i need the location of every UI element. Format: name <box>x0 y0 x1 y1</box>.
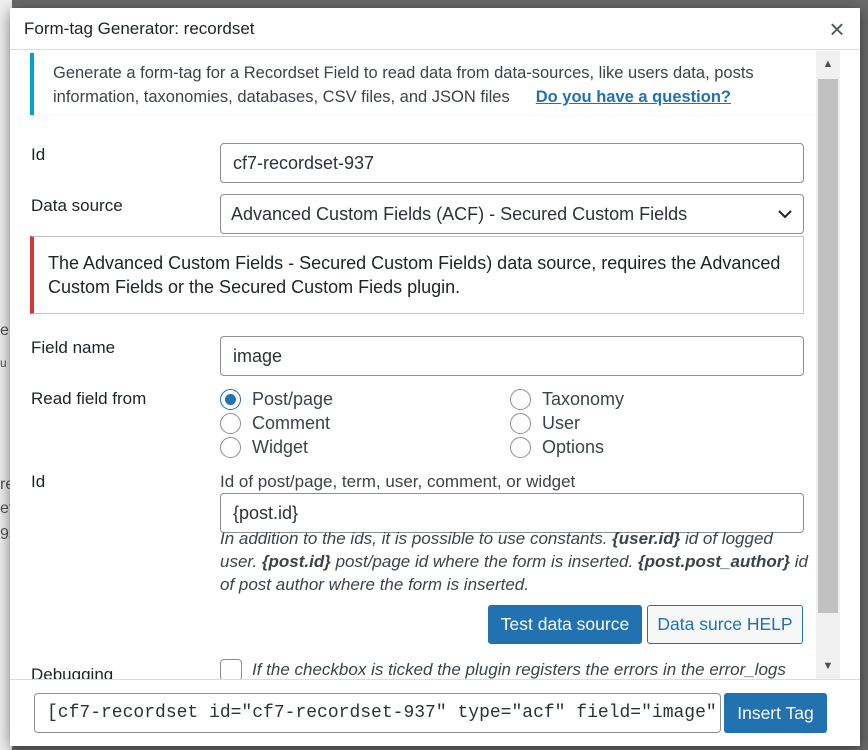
data-source-value: Advanced Custom Fields (ACF) - Secured C… <box>231 204 688 224</box>
generated-tag-input[interactable]: [cf7-recordset id="cf7-recordset-937" ty… <box>34 693 721 733</box>
record-id-hint: Id of post/page, term, user, comment, or… <box>220 472 576 491</box>
constants-description: In addition to the ids, it is possible t… <box>220 527 810 596</box>
radio-post-page[interactable]: Post/page <box>220 389 333 410</box>
radio-circle[interactable] <box>510 389 531 410</box>
radio-widget[interactable]: Widget <box>220 437 308 458</box>
debugging-label: Debugging <box>31 665 114 679</box>
record-id-label: Id <box>31 472 46 491</box>
dialog-footer: [cf7-recordset id="cf7-recordset-937" ty… <box>10 679 860 746</box>
radio-circle[interactable] <box>220 413 241 434</box>
desc-constant: {user.id} <box>612 529 681 548</box>
scroll-down-arrow-icon[interactable]: ▼ <box>816 655 840 677</box>
content-scrollbar[interactable]: ▲ ▼ <box>816 51 840 679</box>
data-source-label: Data source <box>31 196 123 215</box>
radio-circle-checked[interactable] <box>220 389 241 410</box>
radio-label: Options <box>542 437 605 457</box>
radio-user[interactable]: User <box>510 413 580 434</box>
debugging-description: If the checkbox is ticked the plugin reg… <box>252 660 786 679</box>
debugging-checkbox[interactable] <box>220 659 242 679</box>
id-input[interactable]: cf7-recordset-937 <box>220 143 804 183</box>
radio-taxonomy[interactable]: Taxonomy <box>510 389 624 410</box>
desc-constant: {post.post_author} <box>637 552 791 571</box>
test-data-source-button[interactable]: Test data source <box>488 605 642 644</box>
radio-circle[interactable] <box>510 413 531 434</box>
id-label: Id <box>31 145 46 164</box>
error-notice: The Advanced Custom Fields - Secured Cus… <box>30 236 804 314</box>
error-notice-text: The Advanced Custom Fields - Secured Cus… <box>48 253 781 297</box>
dialog-content: Generate a form-tag for a Recordset Fiel… <box>10 51 816 679</box>
radio-label: Post/page <box>252 389 334 409</box>
scroll-up-arrow-icon[interactable]: ▲ <box>816 53 840 75</box>
desc-text: In addition to the ids, it is possible t… <box>220 529 613 548</box>
desc-constant: {post.id} <box>261 552 331 571</box>
data-source-select[interactable]: Advanced Custom Fields (ACF) - Secured C… <box>220 194 804 234</box>
data-source-help-button[interactable]: Data surce HELP <box>647 605 803 644</box>
question-link[interactable]: Do you have a question? <box>536 88 731 106</box>
radio-label: Taxonomy <box>542 389 625 409</box>
radio-label: Widget <box>252 437 309 457</box>
insert-tag-button[interactable]: Insert Tag <box>724 693 827 733</box>
radio-circle[interactable] <box>510 437 531 458</box>
desc-text: post/page id where the form is inserted. <box>330 552 638 571</box>
close-icon[interactable]: × <box>822 14 852 44</box>
dialog-title: Form-tag Generator: recordset <box>24 19 255 38</box>
info-notice: Generate a form-tag for a Recordset Fiel… <box>30 53 816 115</box>
dialog-titlebar: Form-tag Generator: recordset × <box>10 8 860 50</box>
radio-comment[interactable]: Comment <box>220 413 330 434</box>
radio-options[interactable]: Options <box>510 437 604 458</box>
form-tag-generator-dialog: Form-tag Generator: recordset × Generate… <box>10 8 860 746</box>
radio-label: User <box>542 413 581 433</box>
field-name-label: Field name <box>31 338 116 357</box>
chevron-down-icon <box>778 210 792 219</box>
radio-label: Comment <box>252 413 331 433</box>
read-field-from-label: Read field from <box>31 389 147 408</box>
field-name-input[interactable]: image <box>220 336 804 376</box>
scroll-thumb[interactable] <box>818 79 838 613</box>
radio-circle[interactable] <box>220 437 241 458</box>
